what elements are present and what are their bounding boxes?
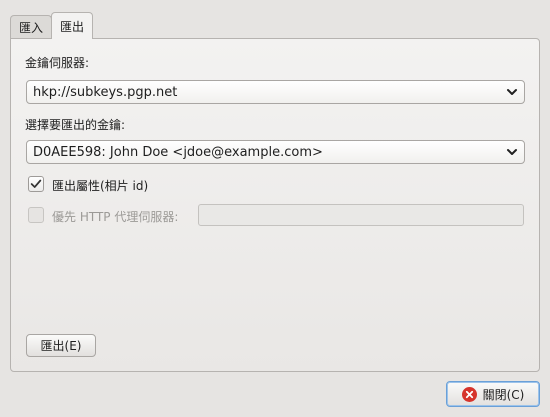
tab-import[interactable]: 匯入 [10, 15, 53, 38]
chevron-down-icon [507, 89, 517, 95]
export-button-label: 匯出(E) [40, 339, 82, 353]
checkmark-icon [30, 179, 42, 188]
close-button-label: 關閉(C) [482, 387, 525, 402]
tab-export[interactable]: 匯出 [51, 12, 94, 39]
tab-bar: 匯入 匯出 [10, 12, 94, 39]
keyserver-label: 金鑰伺服器: [25, 56, 90, 70]
close-icon [461, 386, 477, 402]
chevron-down-icon [507, 149, 517, 155]
export-attributes-checkbox[interactable] [28, 176, 44, 192]
key-value: D0AEE598: John Doe <jdoe@example.com> [33, 144, 323, 160]
export-panel: 金鑰伺服器: hkp://subkeys.pgp.net 選擇要匯出的金鑰: D… [10, 38, 540, 372]
key-combo[interactable]: D0AEE598: John Doe <jdoe@example.com> [26, 140, 525, 164]
proxy-label[interactable]: 優先 HTTP 代理伺服器: [52, 208, 178, 225]
export-button[interactable]: 匯出(E) [26, 334, 96, 357]
export-attributes-label[interactable]: 匯出屬性(相片 id) [52, 177, 148, 194]
proxy-checkbox[interactable] [28, 207, 44, 223]
key-select-label: 選擇要匯出的金鑰: [25, 118, 126, 132]
keyserver-combo[interactable]: hkp://subkeys.pgp.net [26, 80, 525, 104]
keyserver-value: hkp://subkeys.pgp.net [33, 84, 178, 100]
proxy-input[interactable] [198, 204, 524, 226]
close-button[interactable]: 關閉(C) [446, 381, 540, 407]
